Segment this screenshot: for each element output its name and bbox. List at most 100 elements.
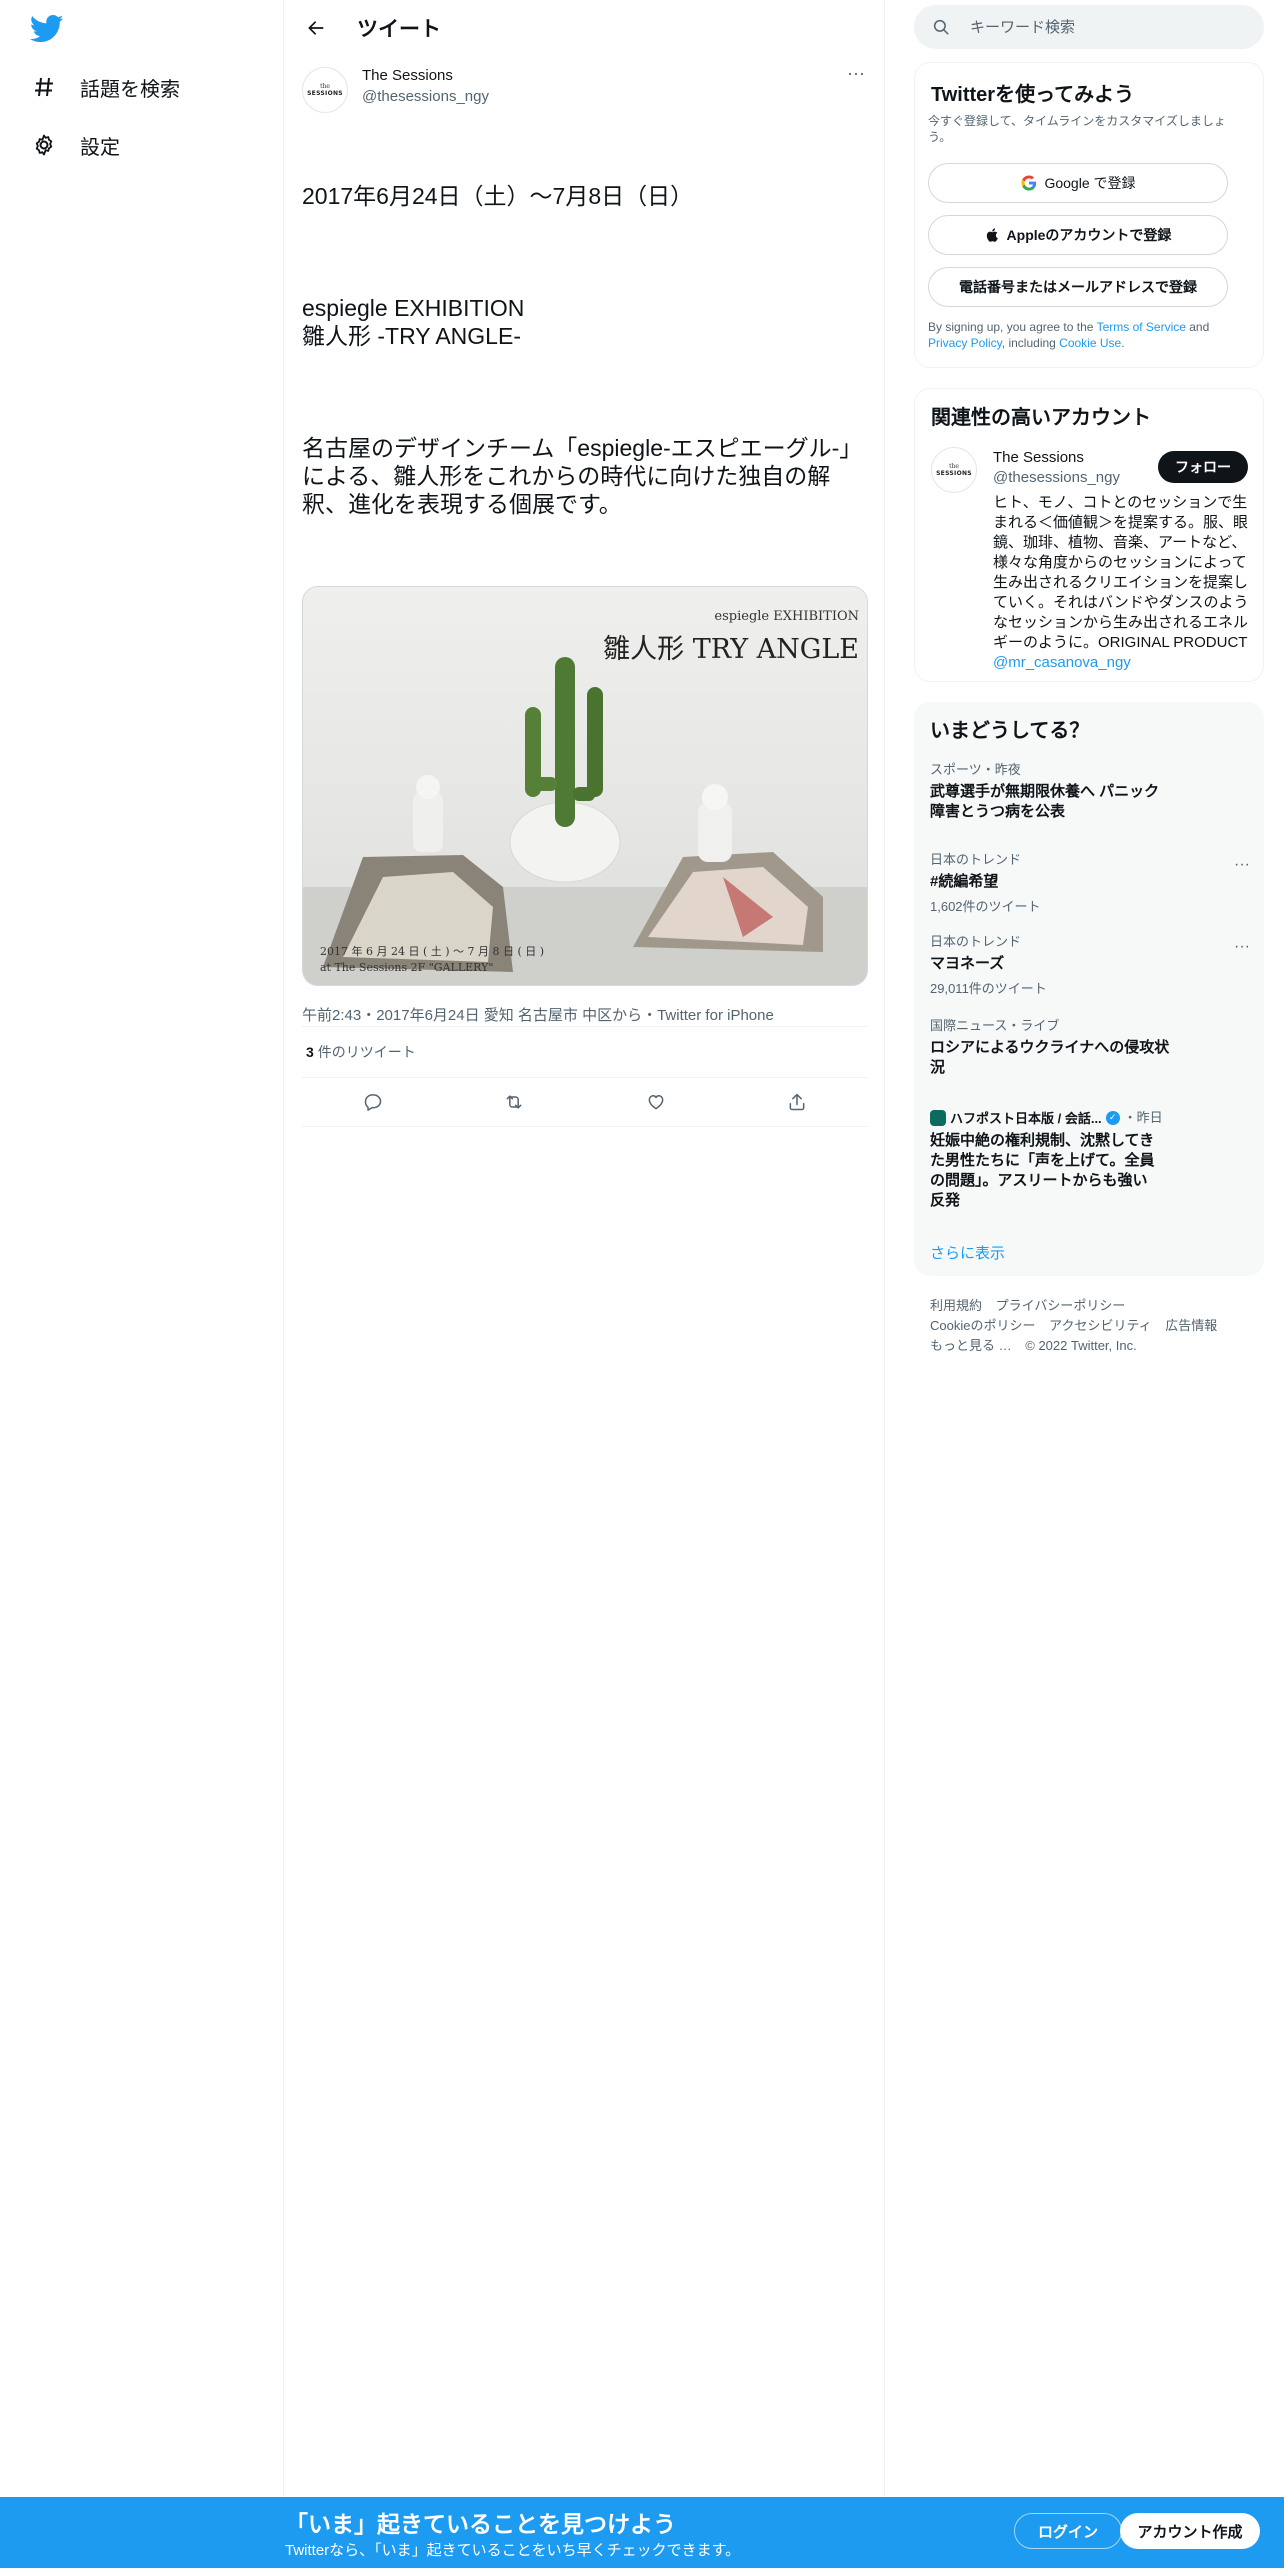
trend-title: 武尊選手が無期限休養へ パニック障害とうつ病を公表 — [930, 783, 1160, 820]
google-signup-label: Google で登録 — [1044, 175, 1136, 191]
twitter-logo-icon[interactable] — [29, 14, 64, 44]
copyright: © 2022 Twitter, Inc. — [1025, 1338, 1137, 1353]
footer-link[interactable]: アクセシビリティ — [1049, 1318, 1152, 1333]
trend-category: 国際ニュース・ライブ — [930, 1018, 1060, 1033]
news-time: ・昨日 — [1123, 1109, 1163, 1125]
nav-settings[interactable]: 設定 — [30, 125, 120, 165]
like-heart-icon[interactable] — [639, 1085, 673, 1119]
google-icon — [1021, 175, 1037, 191]
footer-link[interactable]: 利用規約 — [930, 1298, 982, 1313]
image-venue-text: at The Sessions 2F "GALLERY" — [320, 961, 494, 974]
trend-item[interactable]: 日本のトレンド #続編希望 1,602件のツイート ··· — [930, 852, 1250, 915]
related-avatar[interactable]: the SESSIONS — [931, 447, 977, 493]
more-options-icon[interactable]: ··· — [844, 64, 868, 90]
related-name[interactable]: The Sessions — [993, 449, 1084, 466]
show-more-link[interactable]: さらに表示 — [930, 1242, 1005, 1263]
trends-title: いまどうしてる？ — [930, 720, 1090, 742]
author-name[interactable]: The Sessions — [362, 67, 453, 84]
retweet-count: 3 — [306, 1044, 314, 1060]
verified-badge-icon: ✓ — [1105, 1110, 1120, 1125]
main-header: ツイート — [285, 0, 885, 54]
search-input[interactable] — [970, 15, 1240, 39]
trend-count: 1,602件のツイート — [930, 899, 1041, 914]
avatar-text-name: SESSIONS — [307, 89, 343, 97]
tweet-timestamp[interactable]: 午前2:43・2017年6月24日 愛知 名古屋市 中区から・Twitter f… — [302, 1007, 774, 1024]
trend-category: 日本のトレンド — [930, 934, 1022, 949]
bottom-banner: 「いま」起きていることを見つけよう Twitterなら、「いま」起きていることを… — [0, 2497, 1284, 2568]
hashtag-icon — [30, 73, 58, 101]
trend-item[interactable]: 国際ニュース・ライブ ロシアによるウクライナへの侵攻状況 — [930, 1018, 1250, 1078]
tweet-metadata: 午前2:43・2017年6月24日 愛知 名古屋市 中区から・Twitter f… — [302, 1004, 868, 1026]
apple-signup-label: Appleのアカウントで登録 — [1006, 227, 1172, 243]
tweet-paragraph: 名古屋のデザインチーム「espiegle-エスピエーグル-」による、雛人形をこれ… — [302, 435, 863, 517]
related-handle[interactable]: @thesessions_ngy — [993, 469, 1120, 486]
related-bio-link[interactable]: @mr_casanova_ngy — [993, 654, 1131, 671]
tweet-author: the SESSIONS The Sessions @thesessions_n… — [302, 64, 868, 114]
author-handle[interactable]: @thesessions_ngy — [362, 88, 489, 105]
phone-email-signup-label: 電話番号またはメールアドレスで登録 — [959, 279, 1197, 295]
signup-subtitle: 今すぐ登録して、タイムラインをカスタマイズしましょう。 — [928, 114, 1226, 144]
trends-card: いまどうしてる？ スポーツ・昨夜 武尊選手が無期限休養へ パニック障害とうつ病を… — [914, 702, 1264, 1276]
footer-links: 利用規約 プライバシーポリシー Cookieのポリシー アクセシビリティ 広告情… — [930, 1296, 1250, 1356]
apple-icon — [986, 228, 998, 242]
banner-title: 「いま」起きていることを見つけよう — [285, 2511, 676, 2537]
signup-card: Twitterを使ってみよう 今すぐ登録して、タイムラインをカスタマイズしましょ… — [914, 62, 1264, 368]
tweet-paragraph: 2017年6月24日（土）～7月8日（日） — [302, 183, 694, 209]
legal-and: and — [1185, 320, 1210, 334]
google-signup-button[interactable]: Google で登録 — [928, 163, 1228, 203]
footer-link[interactable]: 広告情報 — [1165, 1318, 1217, 1333]
arrow-left-icon — [308, 21, 324, 35]
search-icon — [933, 19, 949, 35]
legal-text: By signing up, you agree to the Terms of… — [928, 319, 1250, 351]
retweet-label: 件のリツイート — [317, 1044, 416, 1060]
trend-category: 日本のトレンド — [930, 852, 1022, 867]
main-column: ツイート the SESSIONS The Sessions @thesessi… — [285, 0, 885, 2568]
apple-signup-button[interactable]: Appleのアカウントで登録 — [928, 215, 1228, 255]
trend-item[interactable]: ハフポスト日本版 / 会話... ✓ ・昨日 妊娠中絶の権利規制、沈黙してきた男… — [930, 1108, 1250, 1211]
gear-icon — [30, 131, 58, 159]
image-caption-big: 雛人形 TRY ANGLE — [603, 634, 859, 665]
tweet-stats[interactable]: 3 件のリツイート — [302, 1027, 868, 1077]
retweet-icon[interactable] — [497, 1085, 531, 1119]
tweet-image[interactable]: espiegle EXHIBITION 雛人形 TRY ANGLE 2017 年… — [302, 586, 868, 986]
terms-link[interactable]: Terms of Service — [1097, 320, 1186, 334]
trend-item[interactable]: 日本のトレンド マヨネーズ 29,011件のツイート ··· — [930, 934, 1250, 997]
follow-button[interactable]: フォロー — [1158, 451, 1248, 483]
trend-title: マヨネーズ — [930, 955, 1005, 972]
news-source-logo-icon — [930, 1109, 946, 1126]
back-button[interactable] — [299, 11, 333, 45]
footer-link[interactable]: もっと見る … — [930, 1338, 1012, 1353]
trend-title: #続編希望 — [930, 873, 999, 890]
footer-link[interactable]: Cookieのポリシー — [930, 1318, 1035, 1333]
page-title: ツイート — [357, 18, 441, 41]
phone-email-signup-button[interactable]: 電話番号またはメールアドレスで登録 — [928, 267, 1228, 307]
trend-count: 29,011件のツイート — [930, 981, 1047, 996]
cookie-link[interactable]: Cookie Use — [1059, 336, 1121, 350]
left-navigation: 話題を検索 設定 — [0, 0, 284, 2568]
trend-category: スポーツ・昨夜 — [930, 762, 1021, 777]
more-options-icon[interactable]: ··· — [1234, 938, 1250, 956]
avatar[interactable]: the SESSIONS — [302, 67, 348, 113]
search-box[interactable] — [914, 5, 1264, 49]
news-source: ハフポスト日本版 / 会話... — [950, 1111, 1102, 1126]
more-options-icon[interactable]: ··· — [1234, 856, 1250, 874]
create-account-button[interactable]: アカウント作成 — [1120, 2513, 1260, 2549]
nav-explore[interactable]: 話題を検索 — [30, 67, 180, 107]
tweet-text: 2017年6月24日（土）～7月8日（日） espiegle EXHIBITIO… — [302, 126, 868, 574]
legal-including: , including — [1001, 336, 1060, 350]
related-accounts-card: 関連性の高いアカウント the SESSIONS The Sessions @t… — [914, 388, 1264, 682]
trend-item[interactable]: スポーツ・昨夜 武尊選手が無期限休養へ パニック障害とうつ病を公表 — [930, 762, 1250, 822]
image-date-text: 2017 年 6 月 24 日 ( 土 ) ～ 7 月 8 日 ( 日 ) — [320, 945, 545, 958]
legal-period: . — [1121, 336, 1125, 350]
image-caption-small: espiegle EXHIBITION — [714, 609, 859, 624]
avatar-text-name: SESSIONS — [936, 469, 972, 477]
legal-prefix: By signing up, you agree to the — [928, 320, 1097, 334]
login-button[interactable]: ログイン — [1014, 2513, 1122, 2549]
footer-link[interactable]: プライバシーポリシー — [996, 1298, 1126, 1313]
trend-title: ロシアによるウクライナへの侵攻状況 — [930, 1039, 1170, 1076]
related-bio: ヒト、モノ、コトとのセッションで生まれる＜価値観＞を提案する。服、眼鏡、珈琲、植… — [993, 493, 1253, 673]
privacy-link[interactable]: Privacy Policy — [928, 336, 1002, 350]
signup-title: Twitterを使ってみよう — [931, 84, 1135, 106]
reply-icon[interactable] — [356, 1085, 390, 1119]
share-icon[interactable] — [780, 1085, 814, 1119]
